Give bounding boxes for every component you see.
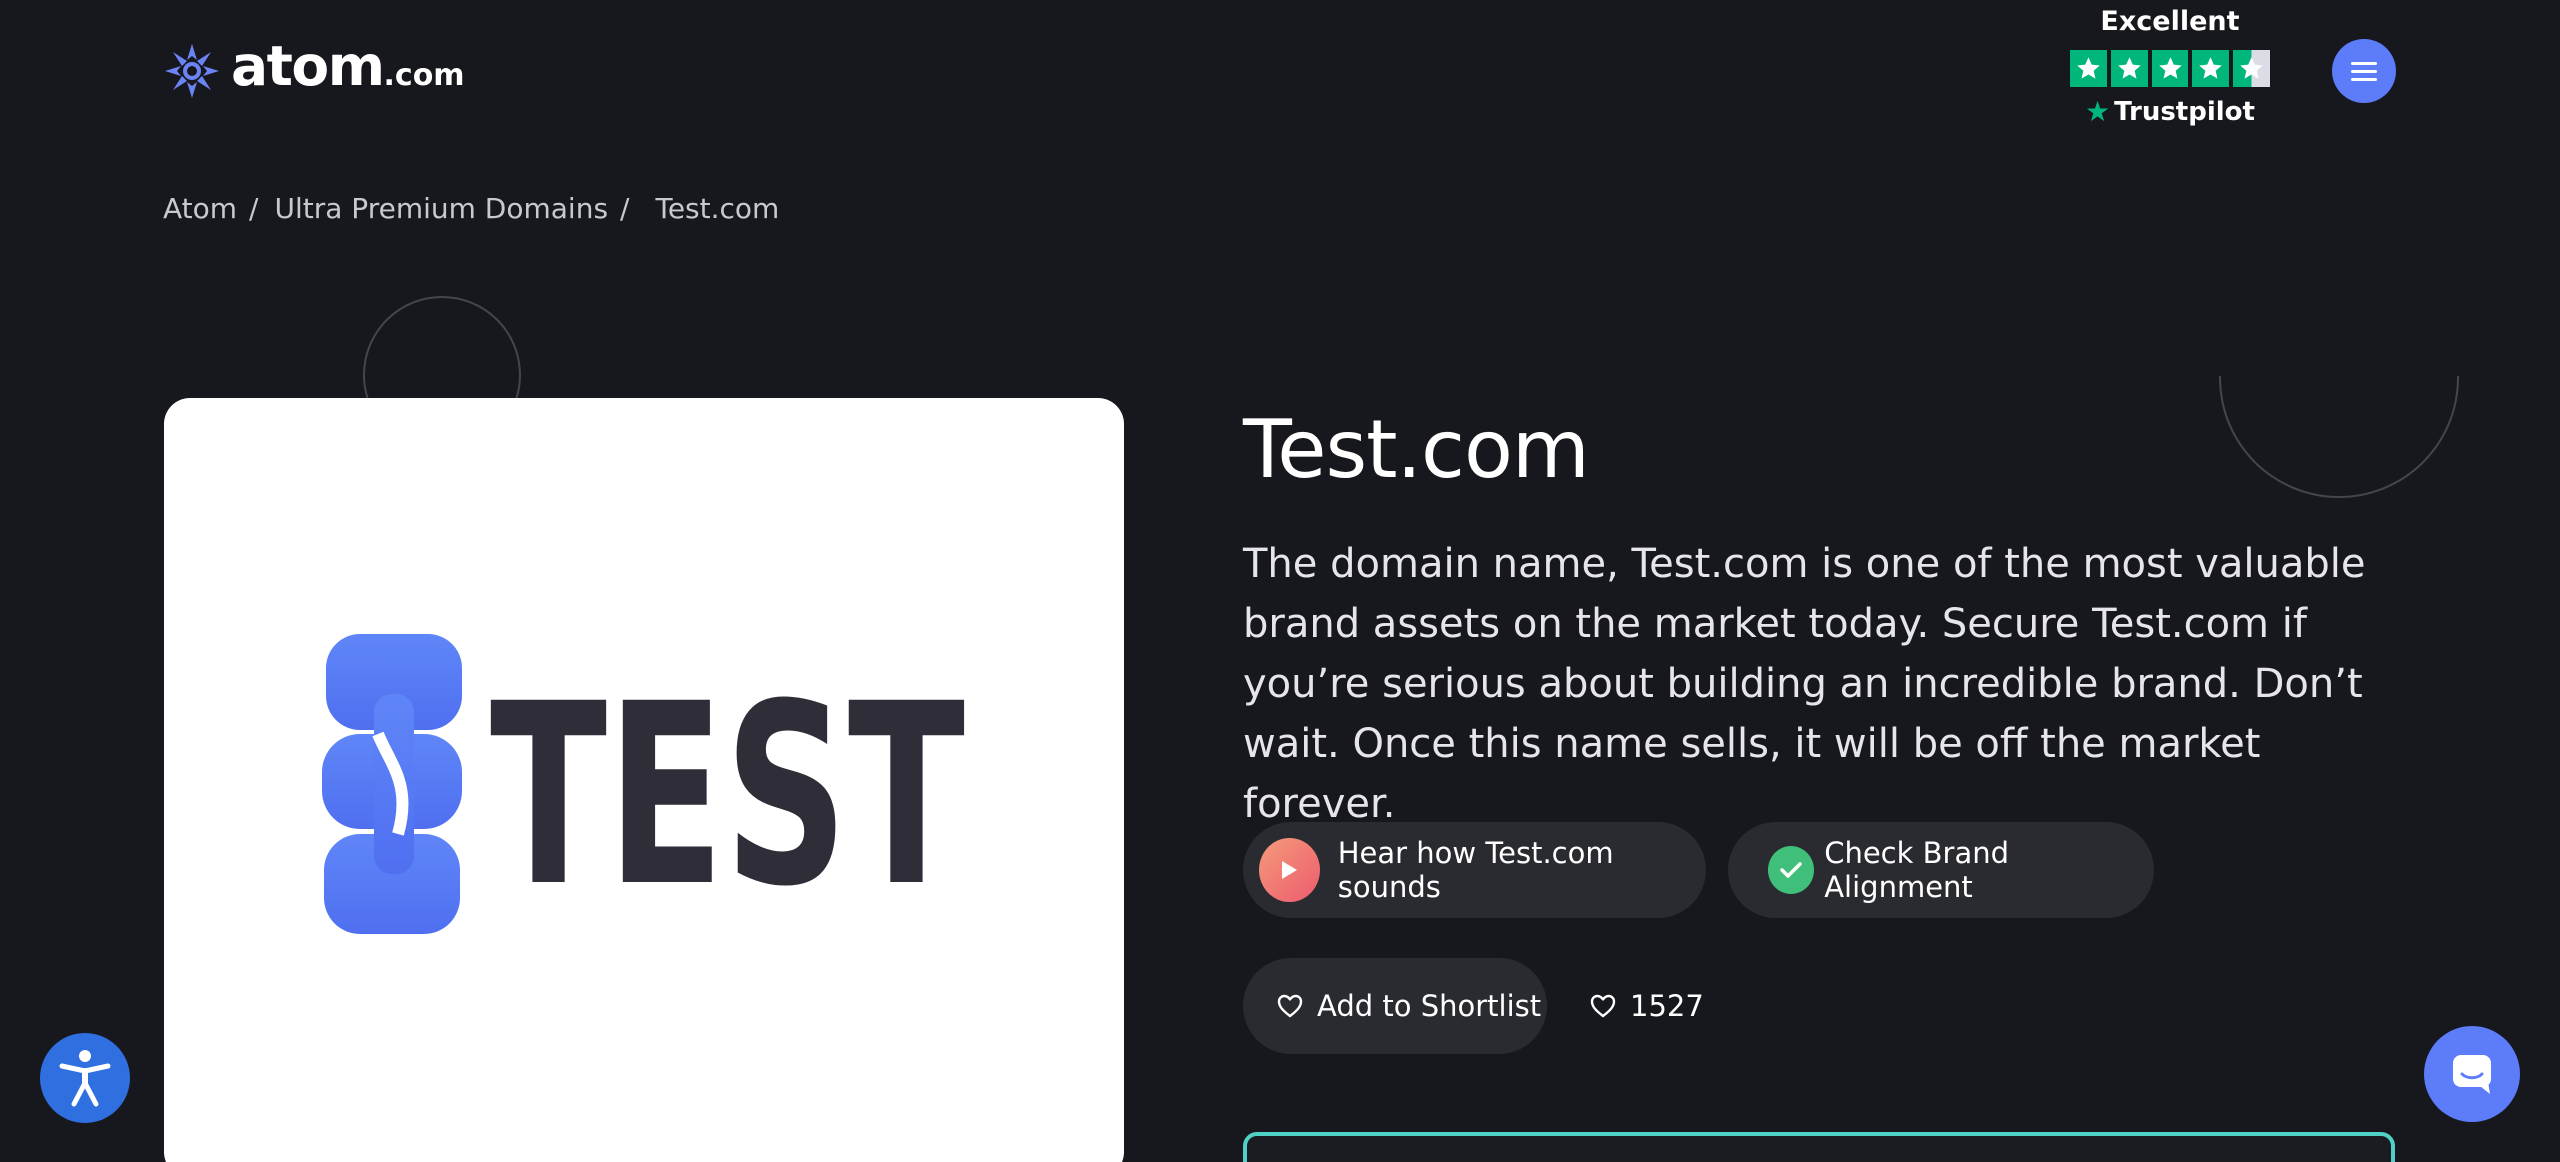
likes-count: 1527 [1630, 989, 1704, 1023]
heart-icon [1590, 994, 1616, 1018]
breadcrumb-current: Test.com [655, 192, 780, 225]
hear-sound-label: Hear how Test.com sounds [1337, 836, 1614, 904]
breadcrumb-link-ultra-premium[interactable]: Ultra Premium Domains [274, 192, 608, 225]
star-icon [2151, 50, 2189, 87]
check-icon [1768, 846, 1815, 894]
domain-logo-card: TEST [164, 398, 1124, 1162]
page: atom.com Excellent ★ Trustpilot Atom / U… [0, 0, 2560, 1162]
half-star-icon [2233, 50, 2270, 87]
hear-sound-button[interactable]: Hear how Test.com sounds [1243, 822, 1706, 918]
logo-tld: .com [383, 58, 465, 93]
star-icon [2070, 50, 2107, 87]
chat-icon [2453, 1055, 2491, 1094]
star-icon [2192, 50, 2230, 87]
breadcrumb: Atom / Ultra Premium Domains / Test.com [163, 192, 779, 225]
hamburger-icon [2351, 57, 2377, 86]
breadcrumb-link-atom[interactable]: Atom [163, 192, 237, 225]
atom-logo-icon [165, 44, 219, 98]
shortlist-label: Add to Shortlist [1317, 989, 1542, 1023]
domain-description: The domain name, Test.com is one of the … [1243, 541, 2366, 827]
domain-title: Test.com [1243, 403, 1590, 496]
brand-logo-text: TEST [490, 650, 965, 934]
check-brand-alignment-button[interactable]: Check Brand Alignment [1728, 822, 2154, 918]
decorative-half-circle [2219, 376, 2459, 498]
accessibility-icon [59, 1050, 111, 1107]
trustpilot-brand: Trustpilot [2114, 96, 2255, 127]
brand-alignment-label: Check Brand Alignment [1824, 836, 2010, 904]
purchase-panel [1243, 1132, 2395, 1162]
menu-button[interactable] [2332, 39, 2396, 103]
star-icon [2110, 50, 2148, 87]
accessibility-button[interactable] [40, 1033, 130, 1123]
test-brand-logo: TEST [322, 634, 965, 934]
trustpilot-rating-label: Excellent [2100, 6, 2240, 37]
play-icon [1259, 838, 1320, 902]
add-to-shortlist-button[interactable]: Add to Shortlist [1243, 958, 1547, 1054]
logo-wordmark: atom [231, 34, 385, 98]
likes-counter[interactable]: 1527 [1590, 980, 1704, 1032]
trustpilot-widget[interactable]: Excellent ★ Trustpilot [2070, 4, 2270, 128]
heart-icon [1277, 994, 1303, 1018]
atom-logo[interactable]: atom.com [163, 37, 465, 100]
breadcrumb-separator: / [249, 192, 259, 225]
chat-button[interactable] [2424, 1026, 2520, 1122]
trustpilot-star-icon: ★ [2085, 95, 2111, 128]
breadcrumb-separator: / [620, 192, 630, 225]
trustpilot-stars [2070, 50, 2270, 87]
